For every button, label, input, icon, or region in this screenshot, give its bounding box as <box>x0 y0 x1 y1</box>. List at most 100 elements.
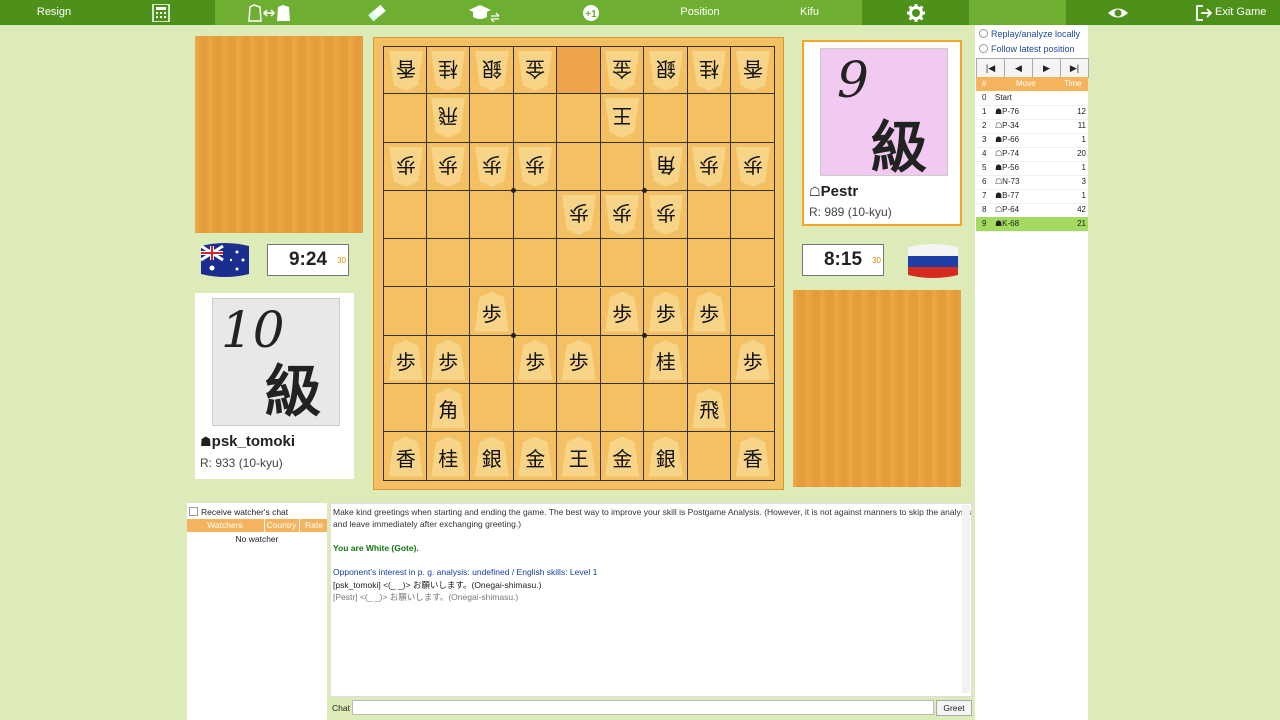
board-square[interactable] <box>644 384 688 433</box>
position-button[interactable]: Position <box>643 0 757 25</box>
replay-locally-radio[interactable]: Replay/analyze locally <box>979 29 1080 39</box>
sente-piece[interactable]: 歩 <box>692 291 727 332</box>
board-square[interactable]: 歩 <box>426 142 470 191</box>
gote-piece[interactable]: 飛 <box>431 98 465 138</box>
sente-name[interactable]: ☗psk_tomoki <box>200 433 295 450</box>
board-square[interactable] <box>470 239 514 288</box>
board-square[interactable]: 歩 <box>557 335 601 385</box>
gote-piece[interactable]: 金 <box>518 51 552 91</box>
kifu-row[interactable]: 4 ☖P-74 20 <box>976 147 1088 162</box>
kifu-row[interactable]: 9 ☗K-68 21 <box>976 217 1088 232</box>
board-square[interactable] <box>426 287 470 336</box>
sente-piece[interactable]: 桂 <box>648 339 683 380</box>
board-square[interactable]: 香 <box>383 432 427 481</box>
board-square[interactable]: 金 <box>600 432 644 481</box>
greet-button[interactable]: Greet <box>936 700 972 716</box>
chat-input[interactable] <box>352 700 934 715</box>
board-square[interactable] <box>687 94 731 143</box>
kifu-row[interactable]: 7 ☗B-77 1 <box>976 189 1088 204</box>
kifu-row[interactable]: 2 ☖P-34 11 <box>976 119 1088 134</box>
board-square[interactable]: 香 <box>731 46 775 95</box>
board-square[interactable]: 金 <box>600 46 644 95</box>
gote-piece[interactable]: 歩 <box>649 195 683 235</box>
board-square[interactable]: 歩 <box>513 142 557 191</box>
follow-latest-radio[interactable]: Follow latest position <box>979 44 1075 54</box>
board-square[interactable] <box>557 46 601 95</box>
board-square[interactable] <box>513 239 557 288</box>
board-square[interactable]: 歩 <box>644 287 688 336</box>
board-square[interactable]: 歩 <box>687 142 731 191</box>
board-square[interactable] <box>557 94 601 143</box>
sente-piece[interactable]: 銀 <box>648 436 683 477</box>
board-square[interactable] <box>470 190 514 240</box>
board-square[interactable] <box>557 287 601 336</box>
board-square[interactable]: 桂 <box>426 432 470 481</box>
board-square[interactable] <box>600 239 644 288</box>
gote-piece[interactable]: 桂 <box>692 51 726 91</box>
sente-piece[interactable]: 金 <box>605 436 640 477</box>
receive-chat-checkbox[interactable]: Receive watcher's chat <box>189 507 288 517</box>
sente-piece[interactable]: 歩 <box>648 291 683 332</box>
comment-button[interactable]: +1 <box>536 0 643 25</box>
board-square[interactable] <box>557 384 601 433</box>
sente-piece[interactable]: 歩 <box>474 291 509 332</box>
board-square[interactable]: 桂 <box>426 46 470 95</box>
board-square[interactable] <box>426 190 470 240</box>
sente-piece-stand[interactable] <box>793 290 961 487</box>
gote-piece[interactable]: 歩 <box>475 147 509 187</box>
watch-button[interactable] <box>1066 0 1170 25</box>
sente-piece[interactable]: 歩 <box>388 339 423 380</box>
board-square[interactable]: 銀 <box>470 46 514 95</box>
board-square[interactable]: 角 <box>644 142 688 191</box>
board-square[interactable] <box>383 94 427 143</box>
board-square[interactable] <box>687 432 731 481</box>
board-square[interactable]: 銀 <box>644 432 688 481</box>
study-button[interactable] <box>429 0 536 25</box>
gote-piece[interactable]: 香 <box>736 51 770 91</box>
board-square[interactable] <box>644 239 688 288</box>
board-square[interactable]: 金 <box>513 46 557 95</box>
board-square[interactable] <box>644 94 688 143</box>
board-square[interactable] <box>557 239 601 288</box>
gote-piece-stand[interactable] <box>195 36 363 233</box>
board-square[interactable] <box>731 94 775 143</box>
board-square[interactable] <box>470 94 514 143</box>
gote-piece[interactable]: 歩 <box>431 147 465 187</box>
board-square[interactable]: 歩 <box>426 335 470 385</box>
last-move-button[interactable]: ▶| <box>1060 58 1089 78</box>
board-square[interactable]: 王 <box>600 94 644 143</box>
board-square[interactable] <box>731 287 775 336</box>
gote-piece[interactable]: 角 <box>649 147 683 187</box>
board-square[interactable]: 歩 <box>513 335 557 385</box>
board-square[interactable]: 飛 <box>687 384 731 433</box>
gote-piece[interactable]: 歩 <box>736 147 770 187</box>
board-square[interactable]: 飛 <box>426 94 470 143</box>
kifu-row[interactable]: 8 ☖P-64 42 <box>976 203 1088 218</box>
board-square[interactable] <box>687 335 731 385</box>
gote-piece[interactable]: 歩 <box>518 147 552 187</box>
kifu-row[interactable]: 0 Start <box>976 91 1088 106</box>
board-square[interactable] <box>513 384 557 433</box>
sente-piece[interactable]: 香 <box>388 436 423 477</box>
board-square[interactable]: 桂 <box>687 46 731 95</box>
sente-piece[interactable]: 桂 <box>431 436 466 477</box>
prev-move-button[interactable]: ◀ <box>1004 58 1033 78</box>
board-square[interactable] <box>470 335 514 385</box>
watchers-header-rate[interactable]: Rate <box>299 519 328 532</box>
board-square[interactable] <box>383 239 427 288</box>
board-square[interactable] <box>600 384 644 433</box>
board-square[interactable]: 金 <box>513 432 557 481</box>
gote-piece[interactable]: 歩 <box>562 195 596 235</box>
board-square[interactable]: 角 <box>426 384 470 433</box>
board-square[interactable] <box>600 335 644 385</box>
sente-piece[interactable]: 歩 <box>605 291 640 332</box>
sente-piece[interactable]: 王 <box>561 436 596 477</box>
board-square[interactable]: 銀 <box>470 432 514 481</box>
settings-button[interactable] <box>862 0 969 25</box>
calculator-button[interactable] <box>108 0 215 25</box>
board-square[interactable] <box>600 142 644 191</box>
kifu-row[interactable]: 3 ☗P-66 1 <box>976 133 1088 148</box>
sente-piece[interactable]: 銀 <box>474 436 509 477</box>
board-square[interactable]: 香 <box>383 46 427 95</box>
chat-scrollbar[interactable] <box>962 505 970 693</box>
